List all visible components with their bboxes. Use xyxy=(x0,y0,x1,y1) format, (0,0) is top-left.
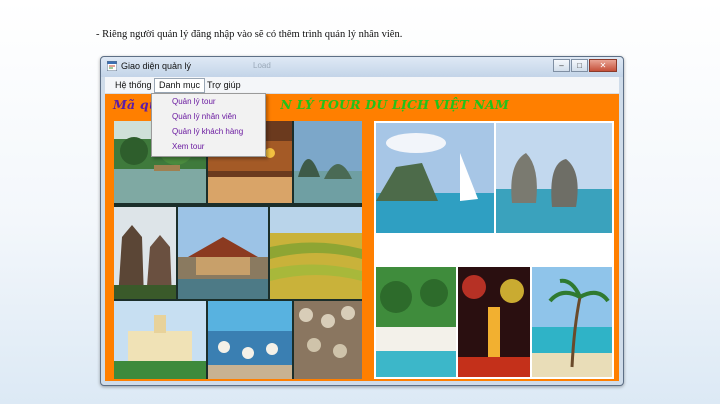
palm-beach-photo xyxy=(532,267,612,377)
cham-towers-photo xyxy=(114,207,176,299)
menu-he-thong[interactable]: Hệ thống xyxy=(111,79,156,91)
fireworks-photo xyxy=(458,267,530,377)
form-app-icon xyxy=(107,61,117,71)
slide-caption: - Riêng người quản lý đăng nhập vào sẽ c… xyxy=(96,29,403,40)
left-photo-collage xyxy=(114,121,362,379)
title-bar[interactable]: Giao diện quản lý Load – □ ✕ xyxy=(101,57,623,77)
danh-muc-dropdown-menu: Quản lý tour Quản lý nhân viên Quản lý k… xyxy=(151,93,266,157)
conical-hats-crowd-photo xyxy=(294,301,362,379)
background-window-text: Load xyxy=(253,61,271,70)
minimize-button[interactable]: – xyxy=(553,59,570,72)
menu-danh-muc[interactable]: Danh mục xyxy=(154,78,206,93)
window-title: Giao diện quản lý xyxy=(121,61,192,71)
menu-tro-giup[interactable]: Trợ giúp xyxy=(203,79,245,91)
close-button[interactable]: ✕ xyxy=(589,59,617,72)
window-controls: – □ ✕ xyxy=(552,59,617,72)
saigon-city-hall-photo xyxy=(114,301,206,379)
right-photo-collage xyxy=(374,121,614,379)
sailboat-island-photo xyxy=(376,123,494,233)
menu-quan-ly-khach-hang[interactable]: Quản lý khách hàng xyxy=(172,127,243,136)
kissing-rocks-photo xyxy=(496,123,612,233)
management-window: Giao diện quản lý Load – □ ✕ Hệ thống Da… xyxy=(100,56,624,386)
menu-bar: Hệ thống Danh mục Trợ giúp xyxy=(105,77,619,94)
maximize-button[interactable]: □ xyxy=(571,59,588,72)
ha-long-islands-photo xyxy=(294,121,362,203)
hue-citadel-photo xyxy=(178,207,268,299)
menu-quan-ly-tour[interactable]: Quản lý tour xyxy=(172,97,216,106)
menu-quan-ly-nhan-vien[interactable]: Quản lý nhân viên xyxy=(172,112,237,121)
tropical-resort-photo xyxy=(376,267,456,377)
fishing-market-photo xyxy=(208,301,292,379)
menu-xem-tour[interactable]: Xem tour xyxy=(172,142,204,151)
banner-suffix: N LÝ TOUR DU LỊCH VIỆT NAM xyxy=(280,97,510,112)
rice-terraces-photo xyxy=(270,207,362,299)
